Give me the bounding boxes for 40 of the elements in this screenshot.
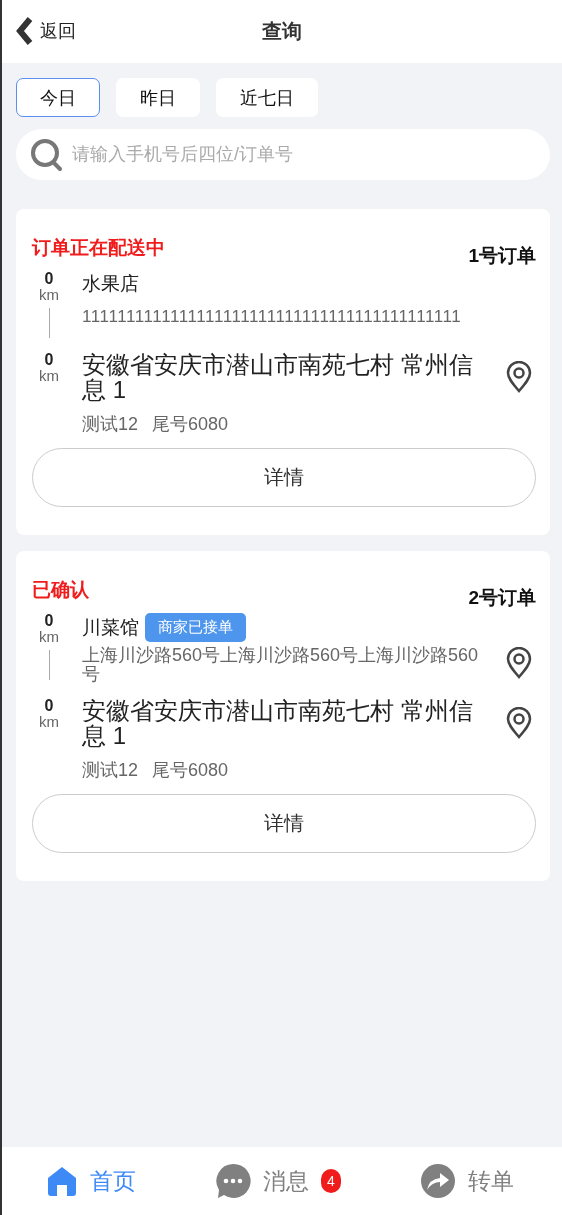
date-tab[interactable]: 今日 xyxy=(16,78,100,117)
shop-address: 上海川沙路560号上海川沙路560号上海川沙路560号 xyxy=(82,646,480,684)
distance-unit: km xyxy=(39,368,59,383)
distance-unit: km xyxy=(39,629,59,644)
location-pin-icon[interactable] xyxy=(506,647,532,679)
chat-bubble-icon xyxy=(215,1163,252,1199)
customer-name: 测试12 xyxy=(82,759,139,782)
page-title: 查询 xyxy=(262,19,302,44)
tab-bar-item[interactable]: 转单 xyxy=(420,1163,514,1199)
distance-value: 0 xyxy=(44,698,54,714)
unread-count-badge: 4 xyxy=(321,1169,341,1193)
location-pin-icon[interactable] xyxy=(506,361,532,393)
search-icon xyxy=(30,138,64,172)
details-button[interactable]: 详情 xyxy=(32,794,536,853)
delivery-address: 安徽省安庆市潜山市南苑七村 常州信息 1 xyxy=(82,352,474,402)
distance-value: 0 xyxy=(44,271,54,287)
date-tab[interactable]: 昨日 xyxy=(116,78,200,117)
shop-name: 川菜馆 xyxy=(82,615,139,640)
location-pin-icon[interactable] xyxy=(506,707,532,739)
distance-unit: km xyxy=(39,714,59,729)
distance-unit: km xyxy=(39,287,59,302)
order-number: 1号订单 xyxy=(468,244,536,268)
details-button[interactable]: 详情 xyxy=(32,448,536,507)
distance-value: 0 xyxy=(44,352,54,368)
order-number: 2号订单 xyxy=(468,586,536,610)
phone-tail: 尾号6080 xyxy=(152,413,229,436)
tab-bar-item[interactable]: 消息 4 xyxy=(215,1163,341,1199)
status-tag: 商家已接单 xyxy=(145,613,246,642)
phone-tail: 尾号6080 xyxy=(152,759,229,782)
customer-name: 测试12 xyxy=(82,413,139,436)
date-tab[interactable]: 近七日 xyxy=(216,78,318,117)
delivery-address: 安徽省安庆市潜山市南苑七村 常州信息 1 xyxy=(82,698,474,748)
shop-name: 水果店 xyxy=(82,272,139,296)
order-status: 订单正在配送中 xyxy=(32,236,165,260)
home-icon xyxy=(46,1165,78,1197)
order-status: 已确认 xyxy=(32,578,89,602)
distance-value: 0 xyxy=(44,613,54,629)
back-button[interactable]: 返回 xyxy=(16,17,76,45)
shop-address: 1111111111111111111111111111111111111111111 xyxy=(82,307,462,327)
search-field[interactable]: 请输入手机号后四位/订单号 xyxy=(16,129,550,180)
